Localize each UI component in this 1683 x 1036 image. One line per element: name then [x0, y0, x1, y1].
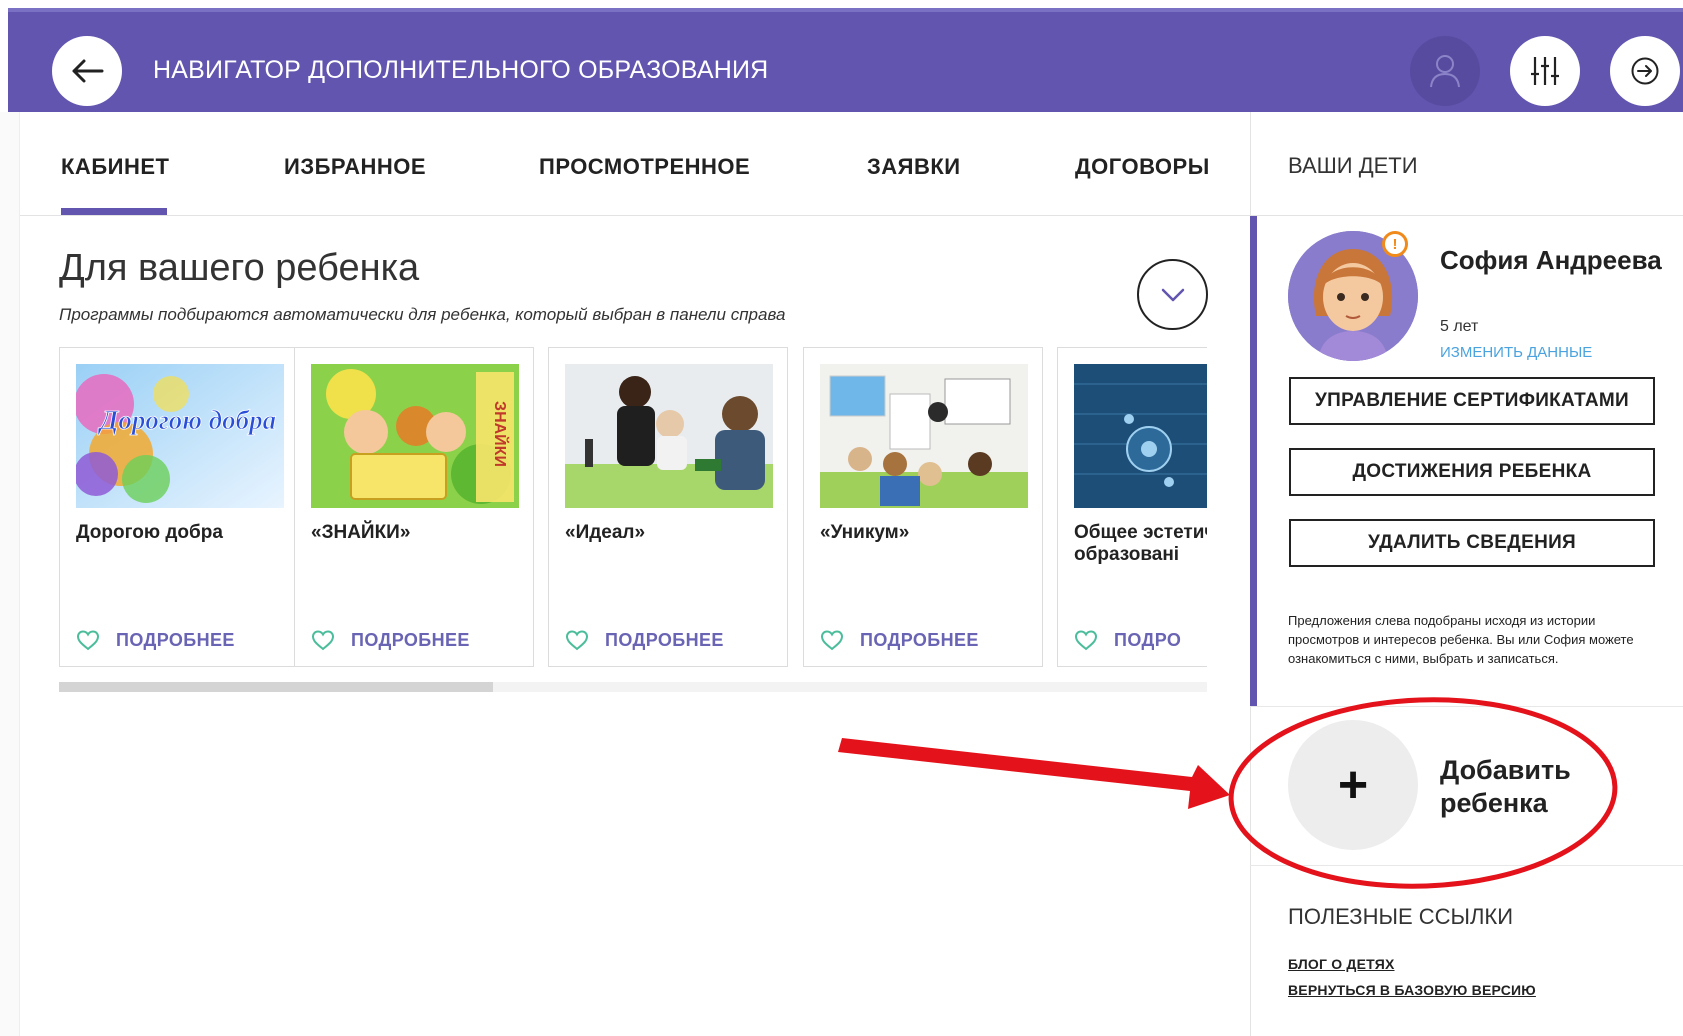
- tab-viewed[interactable]: ПРОСМОТРЕННОЕ: [539, 154, 750, 180]
- program-card[interactable]: «Уникум» ПОДРОБНЕЕ: [803, 347, 1043, 667]
- useful-links-heading: ПОЛЕЗНЫЕ ССЫЛКИ: [1288, 904, 1514, 929]
- child-achievements-button[interactable]: ДОСТИЖЕНИЯ РЕБЕНКА: [1289, 448, 1655, 496]
- top-app-bar: НАВИГАТОР ДОПОЛНИТЕЛЬНОГО ОБРАЗОВАНИЯ: [8, 8, 1683, 112]
- tab-cabinet[interactable]: КАБИНЕТ: [61, 154, 169, 180]
- heart-icon[interactable]: [820, 630, 844, 651]
- section-subtitle: Программы подбираются автоматически для …: [59, 305, 786, 324]
- recommendation-note: Предложения слева подобраны исходя из ис…: [1288, 613, 1634, 666]
- chevron-down-icon: [1161, 288, 1184, 301]
- manage-certificates-button[interactable]: УПРАВЛЕНИЕ СЕРТИФИКАТАМИ: [1289, 377, 1655, 425]
- tab-bar: КАБИНЕТ ИЗБРАННОЕ ПРОСМОТРЕННОЕ ЗАЯВКИ Д…: [20, 112, 1250, 216]
- basic-version-link[interactable]: ВЕРНУТЬСЯ В БАЗОВУЮ ВЕРСИЮ: [1288, 982, 1536, 998]
- divider: [1250, 865, 1683, 866]
- tab-favorites[interactable]: ИЗБРАННОЕ: [284, 154, 426, 180]
- add-child-button[interactable]: +: [1288, 720, 1418, 850]
- user-icon: [1430, 55, 1460, 88]
- card-footer: ПОДРО: [1074, 630, 1181, 651]
- image-caption: ЗНАЙКИ: [491, 401, 510, 467]
- more-link[interactable]: ПОДРО: [1114, 630, 1181, 651]
- edit-child-link[interactable]: ИЗМЕНИТЬ ДАННЫЕ: [1440, 344, 1592, 361]
- more-link[interactable]: ПОДРОБНЕЕ: [116, 630, 235, 651]
- program-title: «Уникум»: [820, 522, 910, 543]
- blog-link[interactable]: БЛОГ О ДЕТЯХ: [1288, 956, 1395, 972]
- tab-contracts[interactable]: ДОГОВОРЫ: [1075, 154, 1210, 180]
- active-tab-indicator: [61, 208, 167, 215]
- program-image: [1074, 364, 1207, 508]
- arrow-left-icon: [72, 59, 104, 83]
- program-title: «Идеал»: [565, 522, 646, 543]
- tab-applications[interactable]: ЗАЯВКИ: [867, 154, 961, 180]
- card-footer: ПОДРОБНЕЕ: [820, 630, 979, 651]
- heart-icon[interactable]: [1074, 630, 1098, 651]
- annotation-arrow: [838, 738, 1230, 809]
- child-name: София Андреева: [1440, 245, 1662, 275]
- program-title: Общее эстетическ образовані: [1074, 522, 1207, 565]
- filter-button[interactable]: [1510, 36, 1580, 106]
- child-age: 5 лет: [1440, 318, 1479, 335]
- program-card[interactable]: Дорогою добра Дорогою добра ПОДРОБНЕЕ: [59, 347, 299, 667]
- program-image: [565, 364, 773, 508]
- add-child-label[interactable]: Добавить ребенка: [1440, 754, 1640, 820]
- heart-icon[interactable]: [565, 630, 589, 651]
- divider: [1250, 215, 1683, 216]
- program-card[interactable]: Общее эстетическ образовані ПОДРО: [1057, 347, 1207, 667]
- back-button[interactable]: [52, 36, 122, 106]
- program-image: Дорогою добра: [76, 364, 284, 508]
- card-footer: ПОДРОБНЕЕ: [311, 630, 470, 651]
- image-caption: Дорогою добра: [97, 405, 276, 435]
- delete-info-button[interactable]: УДАЛИТЬ СВЕДЕНИЯ: [1289, 519, 1655, 567]
- divider: [1250, 706, 1683, 707]
- children-heading: ВАШИ ДЕТИ: [1288, 153, 1418, 178]
- heart-icon[interactable]: [76, 630, 100, 651]
- logout-button[interactable]: [1610, 36, 1680, 106]
- program-title: Дорогою добра: [76, 522, 223, 543]
- more-link[interactable]: ПОДРОБНЕЕ: [605, 630, 724, 651]
- program-title: «ЗНАЙКИ»: [311, 522, 411, 543]
- filter-sliders-icon: [1531, 57, 1559, 85]
- program-card[interactable]: ЗНАЙКИ «ЗНАЙКИ» ПОДРОБНЕЕ: [294, 347, 534, 667]
- program-card[interactable]: «Идеал» ПОДРОБНЕЕ: [548, 347, 788, 667]
- more-link[interactable]: ПОДРОБНЕЕ: [351, 630, 470, 651]
- card-footer: ПОДРОБНЕЕ: [565, 630, 724, 651]
- program-image: ЗНАЙКИ: [311, 364, 519, 508]
- program-carousel: Дорогою добра Дорогою добра ПОДРОБНЕЕ ЗН…: [59, 347, 1207, 667]
- warning-badge-icon: !: [1382, 231, 1408, 257]
- carousel-scrollbar-thumb[interactable]: [59, 682, 493, 692]
- selected-child-indicator: [1250, 216, 1257, 706]
- program-image: [820, 364, 1028, 508]
- more-link[interactable]: ПОДРОБНЕЕ: [860, 630, 979, 651]
- exit-icon: [1631, 57, 1659, 85]
- profile-button[interactable]: [1410, 36, 1480, 106]
- app-title: НАВИГАТОР ДОПОЛНИТЕЛЬНОГО ОБРАЗОВАНИЯ: [153, 56, 769, 84]
- left-edge: [0, 112, 20, 1036]
- heart-icon[interactable]: [311, 630, 335, 651]
- card-footer: ПОДРОБНЕЕ: [76, 630, 235, 651]
- collapse-button[interactable]: [1137, 259, 1208, 330]
- section-title: Для вашего ребенка: [59, 247, 420, 289]
